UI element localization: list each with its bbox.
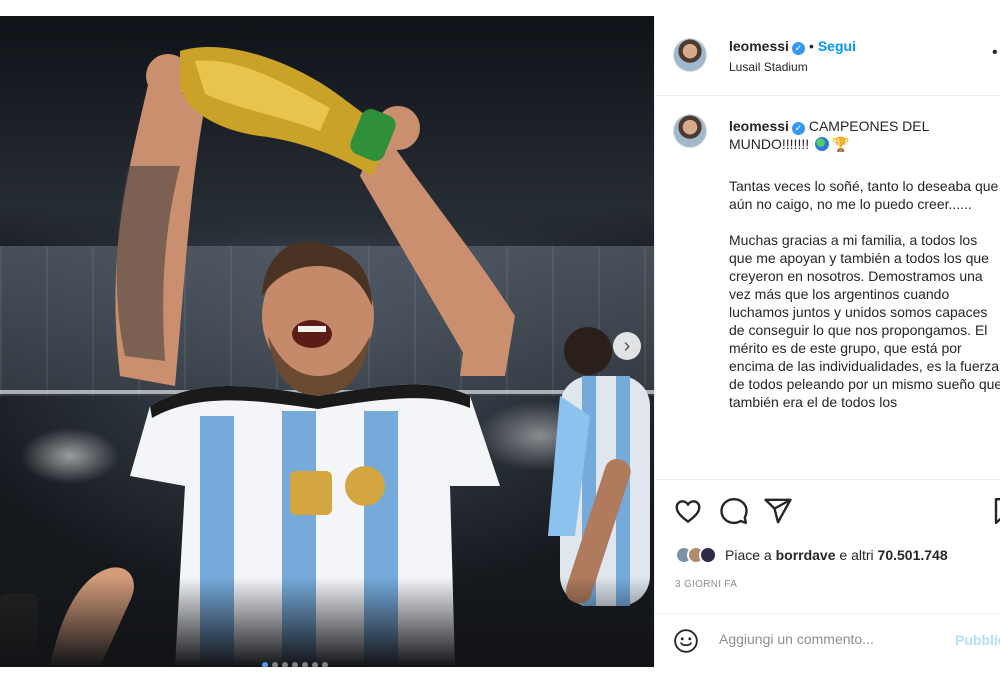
verified-badge-icon: ✓ [791, 42, 805, 55]
crowd-shadow [0, 577, 654, 667]
follow-button[interactable]: Segui [818, 38, 856, 54]
caption-header: leomessi ✓ CAMPEONES DEL MUNDO!!!!!!! 🏆 [729, 117, 991, 153]
likes-summary[interactable]: Piace a borrdave e altri 70.501.748 [675, 546, 948, 564]
liker-avatars [675, 546, 717, 564]
separator: • [808, 38, 814, 54]
smile-icon[interactable] [673, 628, 699, 654]
carousel-dot [302, 662, 308, 667]
comment-box: Pubblica [655, 613, 1000, 667]
likes-prefix: Piace a [725, 547, 772, 563]
carousel-dot [262, 662, 268, 667]
post-timestamp[interactable]: 3 GIORNI FA [675, 579, 737, 590]
username-link[interactable]: leomessi [729, 38, 789, 54]
player-head [262, 241, 374, 396]
post-header: leomessi ✓ • Segui Lusail Stadium • [655, 16, 1000, 96]
likes-user-link[interactable]: borrdave [776, 547, 836, 563]
caption-area[interactable]: leomessi ✓ CAMPEONES DEL MUNDO!!!!!!! 🏆 T… [655, 97, 1000, 479]
carousel-dots [262, 662, 328, 667]
post-photo[interactable]: › [0, 16, 654, 667]
trophy-emoji-icon: 🏆 [832, 136, 850, 152]
caption-paragraph: Muchas gracias a mi familia, a todos los… [729, 232, 1000, 410]
photo-illustration [0, 47, 650, 667]
carousel-dot [272, 662, 278, 667]
heart-icon[interactable] [673, 496, 703, 526]
avatar [699, 546, 717, 564]
avatar[interactable] [673, 114, 707, 148]
teammate-figure [548, 327, 650, 606]
globe-emoji-icon [815, 137, 830, 151]
carousel-dot [312, 662, 318, 667]
header-name-row: leomessi ✓ • Segui [729, 38, 856, 55]
likes-count[interactable]: 70.501.748 [878, 547, 948, 563]
comment-input[interactable] [719, 631, 939, 647]
likes-middle: e altri [839, 547, 874, 563]
more-options-icon[interactable]: • [992, 44, 999, 62]
avatar[interactable] [673, 38, 707, 72]
post-actions: Piace a borrdave e altri 70.501.748 3 GI… [655, 479, 1000, 599]
location-link[interactable]: Lusail Stadium [729, 60, 808, 74]
carousel-dot [292, 662, 298, 667]
carousel-dot [322, 662, 328, 667]
carousel-dot [282, 662, 288, 667]
trophy [180, 47, 396, 176]
caption-username-link[interactable]: leomessi [729, 118, 789, 134]
share-icon[interactable] [763, 496, 793, 526]
comment-icon[interactable] [719, 496, 749, 526]
caption-body: Tantas veces lo soñé, tanto lo deseaba q… [729, 177, 1000, 429]
caption-paragraph: Tantas veces lo soñé, tanto lo deseaba q… [729, 178, 999, 212]
post-side-panel: leomessi ✓ • Segui Lusail Stadium • leomess… [654, 16, 1000, 667]
bookmark-icon[interactable] [991, 496, 1000, 526]
chevron-right-icon[interactable]: › [613, 332, 641, 360]
verified-badge-icon: ✓ [791, 122, 805, 135]
publish-button[interactable]: Pubblica [955, 632, 1000, 648]
